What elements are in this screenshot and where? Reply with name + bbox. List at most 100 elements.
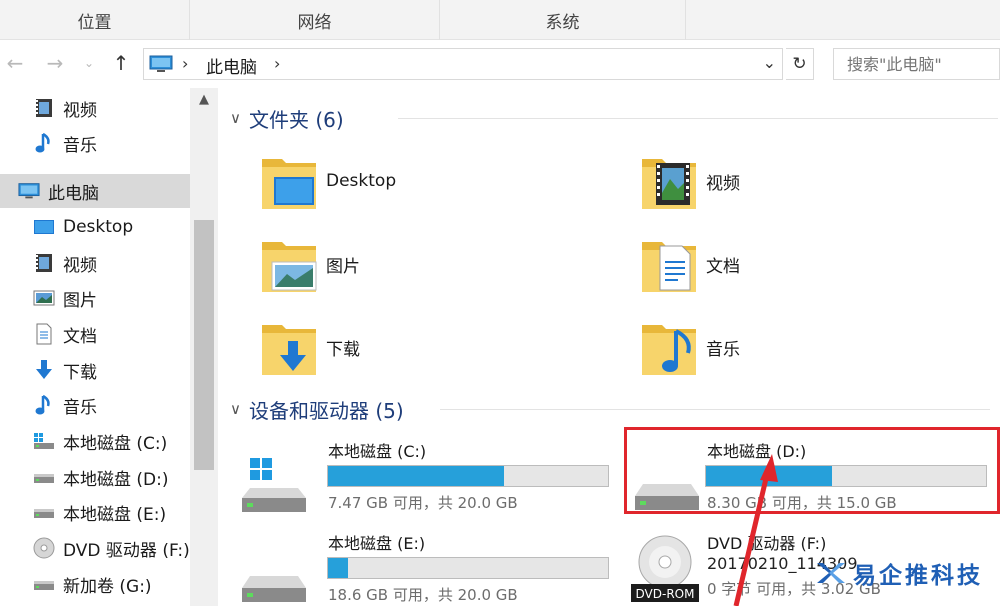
folder-label: 下载 — [326, 339, 360, 360]
sidebar-item-new-volume-g[interactable]: 新加卷 (G:) — [0, 567, 152, 601]
group-header-drives[interactable]: ∨ 设备和驱动器 (5) — [230, 392, 990, 426]
recent-locations-button[interactable]: ⌄ — [80, 50, 98, 76]
address-bar[interactable]: › 此电脑 › ⌄ — [143, 48, 783, 80]
address-dropdown-icon[interactable]: ⌄ — [763, 53, 776, 72]
sidebar-scrollbar[interactable]: ▲ — [190, 88, 218, 606]
sidebar-item-drive-d[interactable]: 本地磁盘 (D:) — [0, 460, 169, 494]
sidebar-item-videos[interactable]: 视频 — [0, 91, 97, 125]
sidebar-item-this-pc[interactable]: 此电脑 — [0, 174, 190, 208]
drive-icon — [33, 573, 55, 595]
sidebar-item-label: 音乐 — [63, 135, 97, 156]
group-header-folders[interactable]: ∨ 文件夹 (6) — [230, 101, 998, 135]
up-arrow-icon: ↑ — [112, 51, 130, 75]
back-arrow-icon: ← — [6, 51, 24, 75]
navigation-pane: 视频 音乐 此电脑 Desktop 视频 图片 文档 下载 音乐 本地磁盘 (C… — [0, 88, 218, 606]
sidebar-item-label: 文档 — [63, 326, 97, 347]
drive-name: DVD 驱动器 (F:) — [707, 534, 827, 553]
drive-space-info: 7.47 GB 可用，共 20.0 GB — [328, 494, 518, 512]
sidebar-item-pictures[interactable]: 图片 — [0, 281, 97, 315]
picture-icon — [33, 287, 55, 309]
folder-label: 图片 — [326, 256, 360, 277]
forward-arrow-icon: → — [46, 51, 64, 75]
drive-e[interactable]: 本地磁盘 (E:) 18.6 GB 可用，共 20.0 GB — [236, 530, 609, 616]
dvd-rom-badge: DVD-ROM — [636, 587, 695, 601]
folder-label: 视频 — [706, 173, 740, 194]
sidebar-item-drive-c[interactable]: 本地磁盘 (C:) — [0, 424, 167, 458]
sidebar-item-documents[interactable]: 文档 — [0, 317, 97, 351]
sidebar-item-label: 新加卷 (G:) — [63, 576, 152, 597]
annotation-highlight-box — [624, 427, 1000, 514]
music-icon — [33, 394, 55, 416]
download-icon — [33, 359, 55, 381]
download-folder-icon — [262, 325, 316, 375]
sidebar-item-drive-e[interactable]: 本地磁盘 (E:) — [0, 495, 166, 529]
sidebar-item-label: 视频 — [63, 100, 97, 121]
music-icon — [33, 132, 55, 154]
sidebar-item-label: Desktop — [63, 217, 134, 237]
ribbon-group-system[interactable]: 系统 — [440, 0, 686, 40]
sidebar-item-music-2[interactable]: 音乐 — [0, 388, 97, 422]
sidebar-item-label: 本地磁盘 (E:) — [63, 504, 167, 525]
folder-downloads[interactable]: 下载 — [258, 312, 360, 382]
refresh-icon: ↻ — [792, 54, 807, 74]
system-drive-icon — [242, 458, 306, 512]
sidebar-item-label: 本地磁盘 (D:) — [63, 469, 169, 490]
watermark: 易企推科技 — [815, 556, 983, 590]
drive-icon — [33, 466, 55, 488]
forward-button[interactable]: → — [42, 50, 68, 76]
dvd-rom-icon: DVD-ROM — [631, 535, 699, 602]
chevron-down-icon: ⌄ — [83, 56, 95, 70]
document-icon — [33, 323, 55, 345]
refresh-button[interactable]: ↻ — [786, 48, 814, 80]
desktop-icon — [33, 216, 55, 238]
sidebar-item-desktop[interactable]: Desktop — [0, 210, 133, 244]
drive-icon — [242, 576, 306, 602]
drive-name: 本地磁盘 (E:) — [328, 534, 426, 553]
ribbon-group-network[interactable]: 网络 — [190, 0, 440, 40]
folder-desktop[interactable]: Desktop — [258, 146, 396, 216]
drive-icon — [33, 501, 55, 523]
up-button[interactable]: ↑ — [108, 50, 134, 76]
sidebar-item-label: DVD 驱动器 (F:) — [63, 540, 190, 561]
system-drive-icon — [33, 430, 55, 452]
back-button[interactable]: ← — [2, 50, 28, 76]
folder-music[interactable]: 音乐 — [638, 312, 740, 382]
ribbon-group-location[interactable]: 位置 — [0, 0, 190, 40]
group-divider — [398, 118, 998, 119]
logo-icon — [817, 563, 845, 583]
sidebar-item-dvd-f[interactable]: DVD 驱动器 (F:) — [0, 531, 190, 565]
drive-name: 本地磁盘 (C:) — [328, 442, 427, 461]
search-input[interactable] — [833, 48, 1000, 80]
folder-pictures[interactable]: 图片 — [258, 229, 360, 299]
scroll-up-icon[interactable]: ▲ — [190, 92, 218, 112]
video-icon — [33, 252, 55, 274]
sidebar-item-music[interactable]: 音乐 — [0, 126, 97, 160]
dvd-icon — [33, 537, 55, 559]
address-row: ← → ⌄ ↑ › 此电脑 › ⌄ ↻ — [0, 40, 1000, 88]
video-folder-icon — [642, 159, 696, 209]
chevron-down-icon: ∨ — [230, 109, 241, 127]
music-folder-icon — [642, 325, 696, 375]
breadcrumb-separator-icon: › — [182, 54, 189, 73]
folder-videos[interactable]: 视频 — [638, 146, 740, 216]
scrollbar-thumb[interactable] — [194, 220, 214, 470]
sidebar-item-videos-2[interactable]: 视频 — [0, 246, 97, 280]
sidebar-item-downloads[interactable]: 下载 — [0, 353, 97, 387]
breadcrumb-this-pc[interactable]: 此电脑 — [206, 53, 257, 78]
drive-c[interactable]: 本地磁盘 (C:) 7.47 GB 可用，共 20.0 GB — [236, 438, 609, 524]
drive-usage-bar — [327, 465, 609, 487]
folder-label: 音乐 — [706, 339, 740, 360]
ribbon: 位置 网络 系统 — [0, 0, 1000, 40]
sidebar-item-label: 此电脑 — [48, 183, 99, 204]
video-icon — [33, 97, 55, 119]
drive-usage-fill — [328, 558, 348, 578]
group-title: 设备和驱动器 (5) — [248, 398, 404, 423]
sidebar-item-label: 图片 — [63, 290, 97, 311]
document-folder-icon — [642, 242, 696, 292]
folder-documents[interactable]: 文档 — [638, 229, 740, 299]
desktop-folder-icon — [262, 159, 316, 209]
breadcrumb-separator-icon[interactable]: › — [274, 54, 280, 73]
group-divider — [440, 409, 990, 410]
drive-usage-fill — [328, 466, 505, 486]
drive-space-info: 18.6 GB 可用，共 20.0 GB — [328, 586, 518, 604]
